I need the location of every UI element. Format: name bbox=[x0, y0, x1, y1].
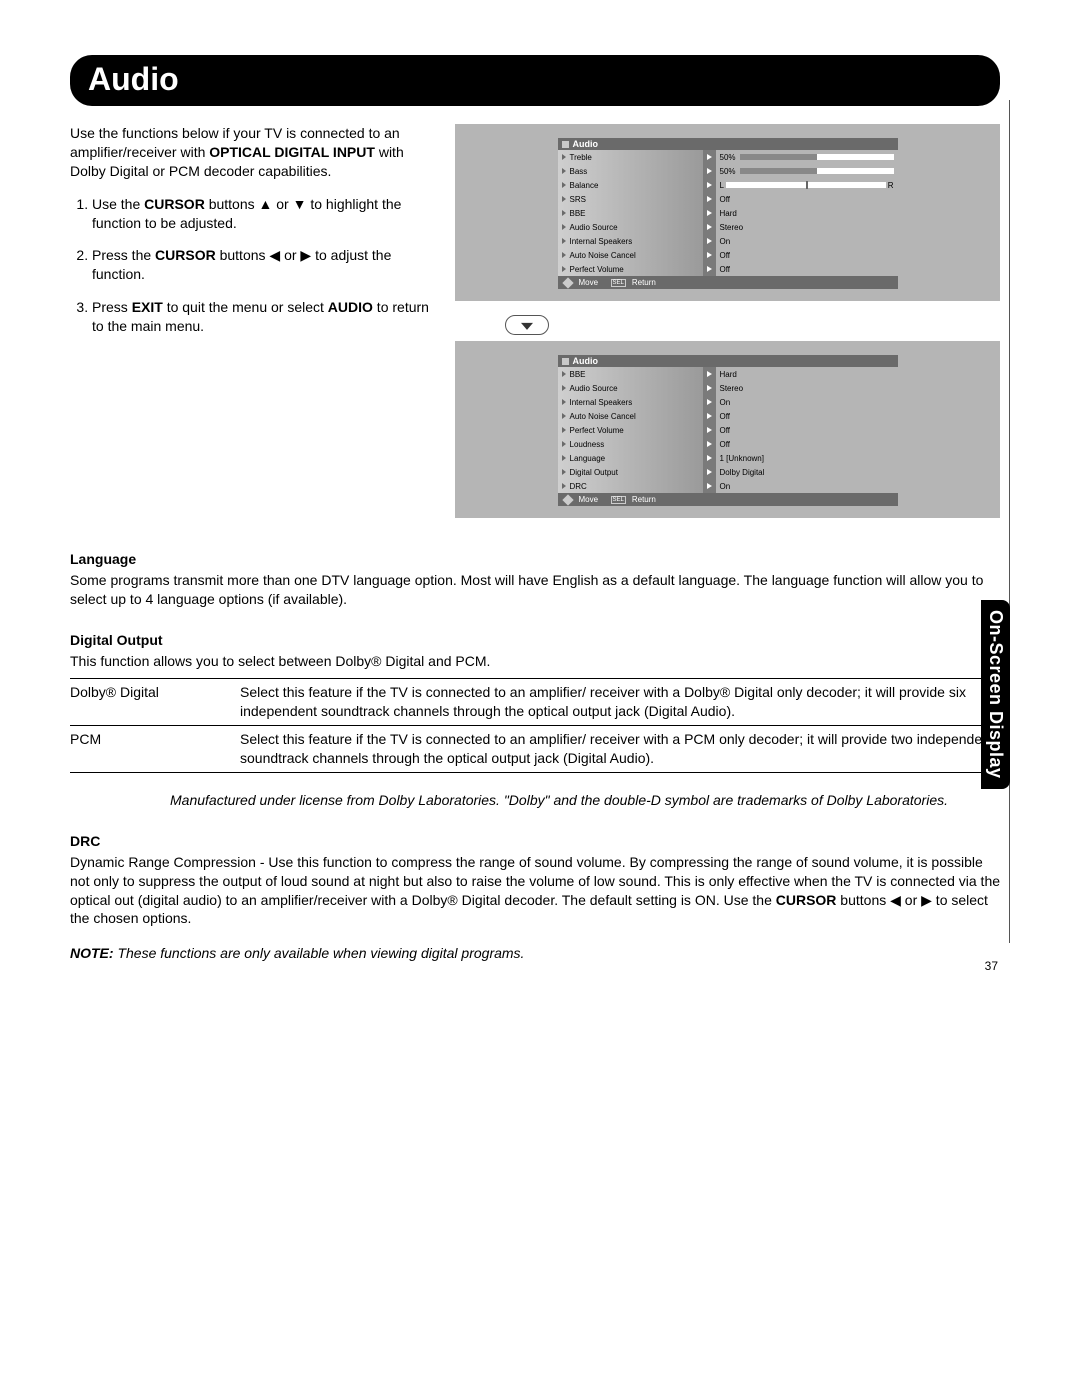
step-3: Press EXIT to quit the menu or select AU… bbox=[92, 298, 440, 336]
osd2-header: Audio bbox=[558, 355, 898, 367]
osd-screenshots: Audio Treble50% Bass50% BalanceLR SRSOff… bbox=[455, 124, 1000, 532]
osd-panel-2: Audio BBEHard Audio SourceStereo Interna… bbox=[455, 341, 1000, 518]
heading-drc: DRC bbox=[70, 832, 1000, 851]
digital-output-table: Dolby® Digital Select this feature if th… bbox=[70, 678, 1000, 773]
steps-list: Use the CURSOR buttons ▲ or ▼ to highlig… bbox=[70, 195, 440, 336]
page-number: 37 bbox=[985, 959, 998, 973]
heading-language: Language bbox=[70, 550, 1000, 569]
page-title: Audio bbox=[70, 55, 1000, 106]
osd-panel-1: Audio Treble50% Bass50% BalanceLR SRSOff… bbox=[455, 124, 1000, 301]
text-digital-output: This function allows you to select betwe… bbox=[70, 652, 1000, 671]
vertical-divider bbox=[1009, 100, 1010, 943]
table-row: PCM Select this feature if the TV is con… bbox=[70, 726, 1000, 773]
intro-text: Use the functions below if your TV is co… bbox=[70, 124, 440, 181]
text-language: Some programs transmit more than one DTV… bbox=[70, 571, 1000, 609]
table-row: Dolby® Digital Select this feature if th… bbox=[70, 679, 1000, 726]
section-tab: On-Screen Display bbox=[981, 600, 1010, 789]
osd1-footer: Move SELReturn bbox=[558, 276, 898, 289]
note: NOTE: These functions are only available… bbox=[70, 944, 1000, 963]
text-drc: Dynamic Range Compression - Use this fun… bbox=[70, 853, 1000, 929]
instructions-column: Use the functions below if your TV is co… bbox=[70, 124, 440, 350]
dolby-license: Manufactured under license from Dolby La… bbox=[70, 791, 1000, 810]
step-2: Press the CURSOR buttons ◀ or ▶ to adjus… bbox=[92, 246, 440, 284]
osd1-header: Audio bbox=[558, 138, 898, 150]
heading-digital-output: Digital Output bbox=[70, 631, 1000, 650]
body-sections: Language Some programs transmit more tha… bbox=[70, 550, 1000, 963]
step-1: Use the CURSOR buttons ▲ or ▼ to highlig… bbox=[92, 195, 440, 233]
osd2-footer: Move SELReturn bbox=[558, 493, 898, 506]
scroll-down-icon bbox=[505, 315, 549, 335]
